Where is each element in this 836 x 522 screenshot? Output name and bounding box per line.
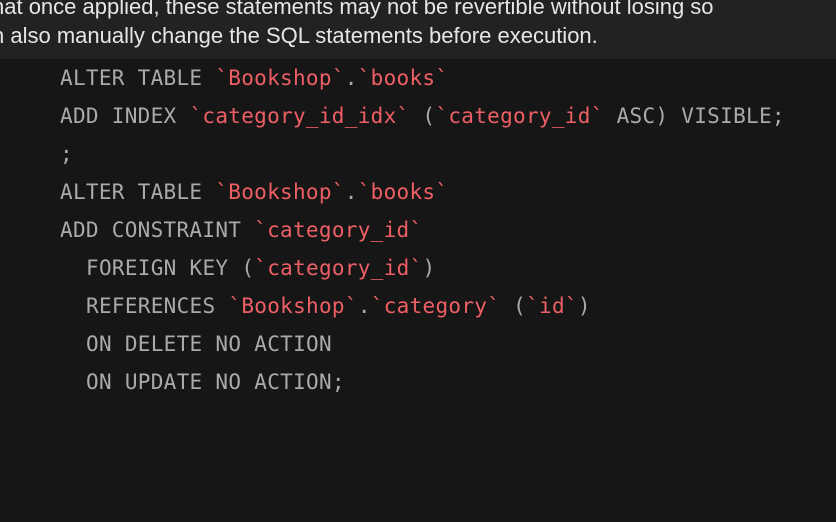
sql-punctuation: ( bbox=[409, 104, 436, 128]
sql-line: REFERENCES `Bookshop`.`category` (`id`) bbox=[86, 287, 591, 325]
sql-line: ON DELETE NO ACTION bbox=[86, 325, 332, 363]
sql-identifier: `category_id` bbox=[254, 218, 423, 242]
sql-punctuation: ) bbox=[422, 256, 436, 280]
sql-identifier: `category_id` bbox=[435, 104, 604, 128]
sql-punctuation: . bbox=[344, 66, 358, 90]
sql-keyword: ADD INDEX bbox=[60, 104, 190, 128]
sql-keyword: ALTER TABLE bbox=[60, 66, 216, 90]
sql-keyword: ADD CONSTRAINT bbox=[60, 218, 255, 242]
sql-identifier: `id` bbox=[526, 294, 578, 318]
sql-identifier: `Bookshop` bbox=[228, 294, 358, 318]
sql-editor[interactable]: ALTER TABLE `Bookshop`.`books` ADD INDEX … bbox=[0, 59, 836, 522]
sql-punctuation: . bbox=[344, 180, 358, 204]
notice-line-2: n also manually change the SQL statement… bbox=[0, 23, 598, 48]
sql-line: ON UPDATE NO ACTION; bbox=[86, 363, 345, 401]
sql-line: ADD CONSTRAINT `category_id` bbox=[60, 211, 422, 249]
sql-line: ALTER TABLE `Bookshop`.`books` bbox=[60, 59, 448, 97]
sql-identifier: `category_id` bbox=[254, 256, 423, 280]
sql-keyword: ON UPDATE NO ACTION; bbox=[86, 370, 345, 394]
sql-line: ADD INDEX `category_id_idx` (`category_i… bbox=[60, 97, 785, 135]
sql-keyword: ON DELETE NO ACTION bbox=[86, 332, 332, 356]
notice-text-area: hat once applied, these statements may n… bbox=[0, 0, 836, 59]
sql-punctuation: ) bbox=[577, 294, 591, 318]
notice-line-1: hat once applied, these statements may n… bbox=[0, 0, 714, 19]
sql-line: FOREIGN KEY (`category_id`) bbox=[86, 249, 435, 287]
sql-keyword: ASC) VISIBLE; bbox=[603, 104, 785, 128]
sql-punctuation: . bbox=[357, 294, 371, 318]
sql-line: ALTER TABLE `Bookshop`.`books` bbox=[60, 173, 448, 211]
sql-identifier: `category_id_idx` bbox=[189, 104, 410, 128]
sql-identifier: `Bookshop` bbox=[215, 66, 345, 90]
sql-identifier: `Bookshop` bbox=[215, 180, 345, 204]
sql-keyword: ALTER TABLE bbox=[60, 180, 216, 204]
sql-keyword: REFERENCES bbox=[86, 294, 229, 318]
sql-identifier: `books` bbox=[357, 180, 449, 204]
sql-identifier: `books` bbox=[357, 66, 449, 90]
sql-punctuation: ; bbox=[60, 142, 73, 166]
sql-identifier: `category` bbox=[370, 294, 501, 318]
sql-punctuation: ( bbox=[500, 294, 527, 318]
sql-line: ; bbox=[60, 135, 73, 173]
sql-review-dialog: hat once applied, these statements may n… bbox=[0, 0, 836, 522]
sql-keyword: FOREIGN KEY ( bbox=[86, 256, 255, 280]
